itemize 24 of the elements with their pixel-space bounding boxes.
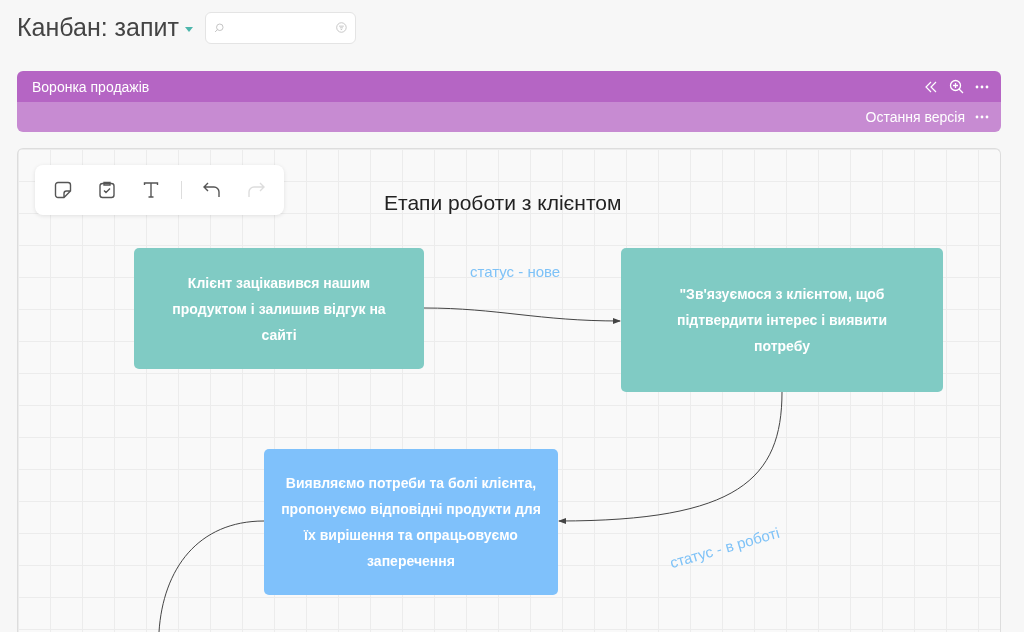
board-title: Воронка продажів [32,78,150,95]
sticky-note[interactable]: "Зв'язуємося з клієнтом, щоб підтвердити інтерес і виявити потребу [621,248,943,392]
sticky-note[interactable]: Клієнт зацікавився нашим продуктом і залишив відгук на сайті [134,248,424,369]
sticky-note-icon [54,181,72,199]
more-icon[interactable] [975,115,989,119]
caret-icon[interactable] [184,27,193,32]
note-text: "Зв'язуємося з клієнтом, щоб підтвердити інтерес і виявити потребу [676,285,888,356]
zoom-in-icon[interactable] [949,79,964,94]
diagram-title: Етапи роботи з клієнтом [384,191,622,215]
note-text: Клієнт зацікавився нашим продуктом і залишив відгук на сайті [171,273,387,345]
more-icon[interactable] [975,84,989,89]
search-icon [213,20,225,35]
redo-icon [246,181,266,199]
sticky-note[interactable]: Виявляємо потреби та болі клієнта, пропонуємо відповідні продукти для їх вирішення та опрацьовуємо заперечення [264,449,558,595]
version-label[interactable]: Остання версія [865,109,965,125]
text-icon [142,181,160,199]
connector-label: статус - нове [470,263,561,280]
page-title: Канбан: запит [17,13,179,42]
note-text: Виявляємо потреби та болі клієнта, пропонуємо відповідні продукти для їх вирішення та опрацьовуємо заперечення [280,474,542,571]
connector-label: статус - в роботі [667,523,782,572]
clipboard-check-icon [98,181,116,199]
undo-icon [202,181,222,199]
search-field[interactable] [204,11,356,44]
collapse-icon[interactable] [924,80,938,93]
